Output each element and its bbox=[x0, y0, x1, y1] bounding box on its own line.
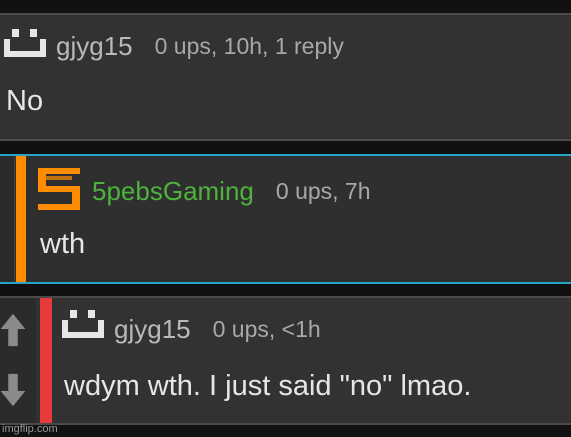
comment-3: gjyg15 0 ups, <1h wdym wth. I just said … bbox=[0, 296, 571, 425]
comment-body: No bbox=[6, 85, 44, 117]
smiley-pixel-icon bbox=[4, 29, 46, 57]
reply-accent-bar bbox=[16, 156, 26, 282]
upvote-arrow-icon[interactable] bbox=[0, 310, 26, 348]
comment-2: 5pebsGaming 0 ups, 7h wth bbox=[0, 154, 571, 284]
downvote-arrow-icon[interactable] bbox=[0, 372, 26, 410]
watermark: imgflip.com bbox=[2, 423, 58, 435]
comment-stats: 0 ups, <1h bbox=[212, 316, 321, 342]
comment-1: gjyg15 0 ups, 10h, 1 reply No bbox=[0, 13, 571, 141]
5-logo-icon bbox=[38, 168, 80, 210]
comment-body: wdym wth. I just said "no" lmao. bbox=[64, 370, 472, 402]
username[interactable]: gjyg15 bbox=[56, 31, 133, 62]
smiley-pixel-icon bbox=[62, 310, 104, 338]
reply-gutter[interactable] bbox=[0, 156, 15, 282]
username[interactable]: gjyg15 bbox=[114, 314, 191, 345]
username[interactable]: 5pebsGaming bbox=[92, 176, 254, 207]
comment-stats: 0 ups, 7h bbox=[275, 178, 371, 204]
reply-accent-bar bbox=[40, 298, 52, 423]
comment-stats: 0 ups, 10h, 1 reply bbox=[154, 33, 344, 59]
comment-body: wth bbox=[40, 228, 86, 260]
